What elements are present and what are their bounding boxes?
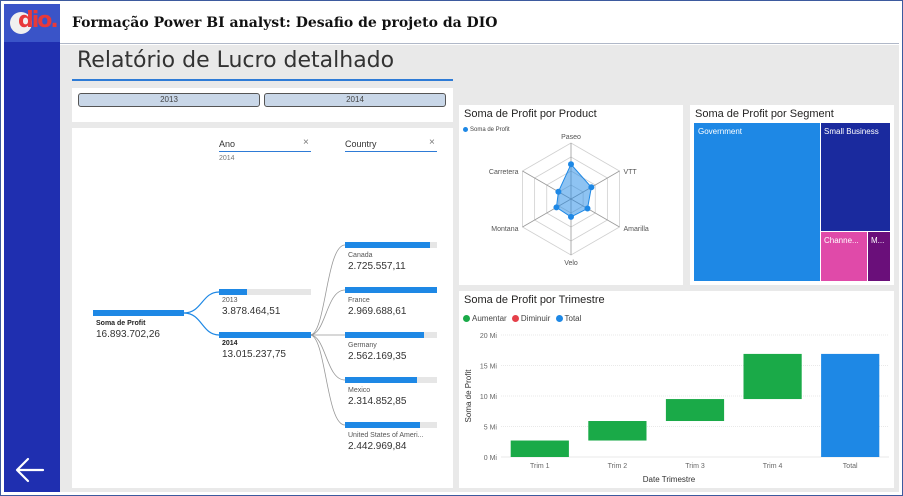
wf-ytick-3: 15 Mi — [480, 364, 498, 371]
year-bar-fill-2014 — [219, 332, 311, 338]
wf-xtick-trim-2: Trim 2 — [608, 463, 628, 470]
country-value-germany: 2.562.169,35 — [348, 351, 407, 362]
level-header-ano-underline — [219, 151, 311, 152]
treemap-title: Soma de Profit por Segment — [695, 108, 834, 120]
decomposition-tree: Ano × 2014 Country × Soma de Profit 16.8… — [72, 128, 453, 488]
country-bar-fill-mexico — [345, 377, 417, 383]
level-header-ano[interactable]: Ano — [219, 139, 235, 149]
country-label-united-states-of-ameri: United States of Ameri... — [348, 432, 424, 439]
waterfall-card: Soma de Profit por Trimestre Aumentar Di… — [459, 291, 894, 488]
year-bar-2014[interactable] — [219, 332, 311, 338]
report-title-underline — [72, 79, 453, 81]
wf-ytick-2: 10 Mi — [480, 394, 498, 401]
wf-ytick-1: 5 Mi — [484, 425, 498, 432]
country-bar-fill-germany — [345, 332, 425, 338]
level-filter-ano: 2014 — [219, 155, 235, 162]
treemap-label-midmarket: M... — [871, 236, 885, 245]
wf-xtick-trim-4: Trim 4 — [763, 463, 783, 470]
slicer-option-2014[interactable]: 2014 — [264, 93, 446, 107]
year-value-2013: 3.878.464,51 — [222, 306, 281, 317]
radar-point-montana[interactable] — [553, 204, 560, 211]
root-bar[interactable] — [93, 310, 184, 316]
wf-xtick-trim-3: Trim 3 — [685, 463, 705, 470]
treemap-tile-channel[interactable]: Channe... — [821, 232, 867, 281]
country-bar-mexico[interactable] — [345, 377, 437, 383]
treemap-tile-government[interactable]: Government — [694, 123, 820, 281]
year-label-2013: 2013 — [222, 297, 238, 304]
year-bar-2013[interactable] — [219, 289, 311, 295]
treemap-label-channel: Channe... — [824, 236, 859, 245]
treemap-tile-midmarket[interactable]: M... — [868, 232, 890, 281]
radar-axis-label-montana: Montana — [491, 226, 518, 233]
radar-axis-label-carretera: Carretera — [489, 169, 519, 176]
country-label-france: France — [348, 297, 370, 304]
logo-text: dio. — [18, 8, 59, 33]
wf-xlabel: Date Trimestre — [643, 475, 696, 484]
country-value-united-states-of-ameri: 2.442.969,84 — [348, 441, 407, 452]
wf-bar-total[interactable] — [821, 353, 880, 457]
slicer-option-2013[interactable]: 2013 — [78, 93, 260, 107]
sidebar — [4, 4, 60, 492]
year-slicer: 2013 2014 — [72, 88, 453, 122]
radar-axis-label-paseo: Paseo — [561, 134, 581, 141]
remove-level-ano-icon[interactable]: × — [303, 137, 309, 148]
country-bar-canada[interactable] — [345, 242, 437, 248]
root-label: Soma de Profit — [96, 320, 146, 327]
year-label-2014: 2014 — [222, 340, 238, 347]
treemap-label-small-business: Small Business — [824, 127, 879, 136]
wf-bar-trim-2[interactable] — [588, 421, 647, 441]
radar-chart: Paseo VTT Amarilla Velo Montana Carretera — [489, 134, 649, 267]
report-title: Relatório de Lucro detalhado — [77, 48, 395, 73]
radar-axis-label-velo: Velo — [564, 260, 578, 267]
radar-point-vtt[interactable] — [588, 184, 595, 191]
treemap-card: Soma de Profit por Segment Government Sm… — [690, 105, 894, 285]
radar-card: Soma de Profit por Product Soma de Profi… — [459, 105, 683, 285]
wf-bar-trim-1[interactable] — [510, 440, 569, 457]
radar-axis-label-vtt: VTT — [623, 169, 637, 176]
wf-bar-trim-3[interactable] — [665, 399, 725, 422]
wf-ylabel: Soma de Profit — [464, 369, 473, 423]
country-bar-france[interactable] — [345, 287, 437, 293]
root-bar-fill — [93, 310, 184, 316]
wf-xtick-total: Total — [843, 463, 858, 470]
wf-xtick-trim-1: Trim 1 — [530, 463, 550, 470]
treemap-label-government: Government — [698, 127, 743, 136]
wf-ytick-4: 20 Mi — [480, 333, 498, 340]
country-label-canada: Canada — [348, 252, 373, 259]
year-bar-fill-2013 — [219, 289, 247, 295]
country-bar-fill-canada — [345, 242, 430, 248]
country-value-canada: 2.725.557,11 — [348, 261, 406, 272]
radar-point-paseo[interactable] — [568, 161, 574, 168]
radar-axis-label-amarilla: Amarilla — [623, 226, 648, 233]
radar-point-carretera[interactable] — [555, 188, 562, 195]
country-value-mexico: 2.314.852,85 — [348, 396, 407, 407]
treemap-tile-small-business[interactable]: Small Business — [821, 123, 890, 231]
country-bar-fill-united-states-of-ameri — [345, 422, 421, 428]
country-bar-fill-france — [345, 287, 437, 293]
country-label-germany: Germany — [348, 342, 377, 349]
back-arrow-icon[interactable] — [14, 456, 46, 484]
country-label-mexico: Mexico — [348, 387, 371, 394]
country-value-france: 2.969.688,61 — [348, 306, 407, 317]
header-bar: Formação Power BI analyst: Desafio de pr… — [60, 4, 899, 44]
level-header-country-underline — [345, 151, 437, 152]
wf-ytick-0: 0 Mi — [484, 455, 498, 462]
dio-logo: dio. — [4, 4, 60, 42]
header-title: Formação Power BI analyst: Desafio de pr… — [72, 15, 498, 31]
root-value: 16.893.702,26 — [96, 329, 160, 340]
waterfall-chart: 0 Mi 5 Mi 10 Mi 15 Mi 20 Mi Trim 1 Trim 2 Trim … — [464, 333, 889, 484]
radar-point-amarilla[interactable] — [584, 205, 591, 212]
remove-level-country-icon[interactable]: × — [429, 137, 435, 148]
country-bar-united-states-of-ameri[interactable] — [345, 422, 437, 428]
year-value-2014: 13.015.237,75 — [222, 349, 286, 360]
wf-bar-trim-4[interactable] — [743, 353, 802, 400]
level-header-country[interactable]: Country — [345, 139, 377, 149]
country-bar-germany[interactable] — [345, 332, 437, 338]
radar-point-velo[interactable] — [568, 213, 574, 220]
